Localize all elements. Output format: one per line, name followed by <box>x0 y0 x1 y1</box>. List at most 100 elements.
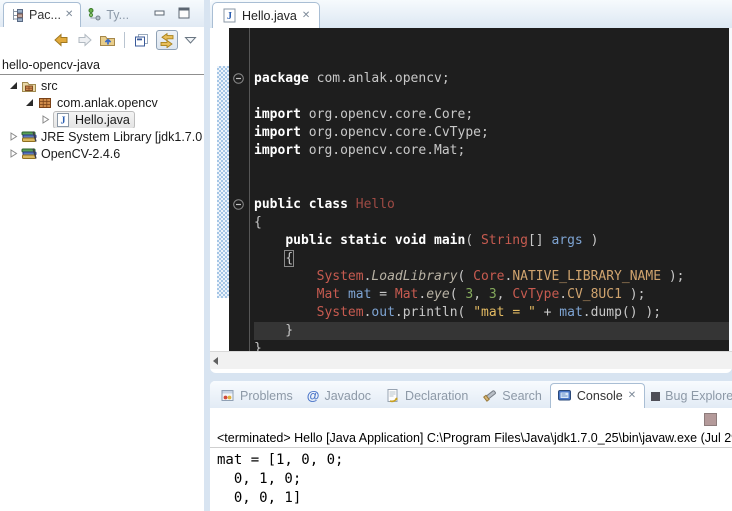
svg-text:J: J <box>61 115 66 126</box>
tab-declaration[interactable]: Declaration <box>379 384 476 408</box>
editor-tab-bar: J Hello.java ✕ <box>210 0 732 28</box>
tab-label: Console <box>577 389 623 403</box>
selected-item-highlight[interactable]: J Hello.java <box>53 111 135 128</box>
console-icon <box>557 388 572 403</box>
collapse-all-button[interactable] <box>133 32 150 48</box>
tree-item-project[interactable]: hello-opencv-java <box>0 56 204 73</box>
tree-item-label: src <box>41 79 58 93</box>
tab-label: Bug Explorer <box>665 389 732 403</box>
tab-label: Javadoc <box>324 389 371 403</box>
project-tree: hello-opencv-java src com.anlak.opencv J… <box>0 53 204 162</box>
fold-collapse-icon[interactable] <box>233 199 244 210</box>
tab-label: Search <box>502 389 542 403</box>
declaration-icon <box>385 388 400 403</box>
tab-problems[interactable]: Problems <box>214 384 301 408</box>
tree-item-hello-java[interactable]: J Hello.java <box>0 111 204 128</box>
code-line[interactable] <box>254 160 732 178</box>
toolbar-separator <box>124 32 125 48</box>
editor-tab-label: Hello.java <box>242 9 297 23</box>
tree-item-opencv-library[interactable]: OpenCV-2.4.6 <box>0 145 204 162</box>
up-button[interactable] <box>99 32 116 48</box>
java-file-icon: J <box>222 8 237 23</box>
console-output-line: 0, 1, 0; <box>217 470 732 489</box>
editor-tab-hello-java[interactable]: J Hello.java ✕ <box>212 2 320 28</box>
code-line[interactable]: import org.opencv.core.CvType; <box>254 124 732 142</box>
bottom-tab-bar: Problems @ Javadoc Declaration Search Co… <box>210 381 732 408</box>
expanded-arrow-icon[interactable] <box>24 97 35 108</box>
code-line[interactable]: import org.opencv.core.Mat; <box>254 142 732 160</box>
code-line[interactable]: { <box>254 250 732 268</box>
view-tab-package-explorer[interactable]: Pac... ✕ <box>3 2 81 27</box>
code-line[interactable]: package com.anlak.opencv; <box>254 70 732 88</box>
view-tab-label: Ty... <box>106 8 129 22</box>
console-toolbar <box>210 408 732 429</box>
view-tab-label: Pac... <box>29 8 61 22</box>
search-icon <box>482 388 497 403</box>
close-icon[interactable]: ✕ <box>302 11 310 21</box>
link-with-editor-button[interactable] <box>156 30 178 50</box>
fold-collapse-icon[interactable] <box>233 73 244 84</box>
terminate-button[interactable] <box>704 413 717 426</box>
forward-button[interactable] <box>76 32 93 48</box>
tree-item-src[interactable]: src <box>0 77 204 94</box>
code-line[interactable]: public class Hello <box>254 196 732 214</box>
console-output[interactable]: mat = [1, 0, 0; 0, 1, 0; 0, 0, 1] <box>210 448 732 508</box>
editor-left-margin <box>210 28 217 351</box>
collapsed-arrow-icon[interactable] <box>8 131 19 142</box>
minimize-view-button[interactable] <box>154 7 166 19</box>
type-hierarchy-icon <box>87 7 102 22</box>
code-line[interactable]: } <box>254 322 732 340</box>
scroll-left-icon[interactable] <box>213 357 218 365</box>
problems-icon <box>220 388 235 403</box>
code-area[interactable]: package com.anlak.opencv; import org.open… <box>250 28 732 351</box>
close-icon[interactable]: ✕ <box>65 10 73 20</box>
tab-search[interactable]: Search <box>476 384 550 408</box>
console-title: <terminated> Hello [Java Application] C:… <box>210 429 732 448</box>
package-explorer-view: Pac... ✕ Ty... <box>0 0 204 511</box>
expanded-arrow-icon[interactable] <box>8 80 19 91</box>
code-line[interactable] <box>254 178 732 196</box>
code-line[interactable]: System.out.println( "mat = " + mat.dump(… <box>254 304 732 322</box>
code-lines: package com.anlak.opencv; import org.open… <box>254 70 732 351</box>
code-line[interactable]: Mat mat = Mat.eye( 3, 3, CvType.CV_8UC1 … <box>254 286 732 304</box>
code-line[interactable]: import org.opencv.core.Core; <box>254 106 732 124</box>
java-file-icon: J <box>55 112 71 128</box>
tab-label: Problems <box>240 389 293 403</box>
editor-gutter[interactable] <box>229 28 250 351</box>
code-line[interactable]: public static void main( String[] args ) <box>254 232 732 250</box>
console-view: Problems @ Javadoc Declaration Search Co… <box>210 381 732 511</box>
close-icon[interactable]: ✕ <box>628 391 636 401</box>
view-menu-button[interactable] <box>184 34 197 46</box>
range-indicator <box>217 66 229 298</box>
package-icon <box>37 95 53 111</box>
view-tab-bar: Pac... ✕ Ty... <box>0 0 204 27</box>
tab-label: Declaration <box>405 389 468 403</box>
bug-explorer-icon <box>651 392 660 401</box>
console-output-line: mat = [1, 0, 0; <box>217 451 732 470</box>
collapsed-arrow-icon[interactable] <box>8 148 19 159</box>
code-line[interactable] <box>254 88 732 106</box>
tree-item-label: hello-opencv-java <box>2 58 100 72</box>
tab-javadoc[interactable]: @ Javadoc <box>301 384 379 408</box>
package-explorer-icon <box>10 7 25 22</box>
tab-console[interactable]: Console ✕ <box>550 383 645 408</box>
tree-item-jre-library[interactable]: JRE System Library [jdk1.7.0 <box>0 128 204 145</box>
code-line[interactable]: System.LoadLibrary( Core.NATIVE_LIBRARY_… <box>254 268 732 286</box>
code-line[interactable]: } <box>254 340 732 351</box>
tree-item-label: OpenCV-2.4.6 <box>41 147 120 161</box>
javadoc-icon: @ <box>307 388 320 403</box>
back-button[interactable] <box>53 32 70 48</box>
editor-body: package com.anlak.opencv; import org.open… <box>210 28 732 351</box>
tab-bug-explorer[interactable]: Bug Explorer <box>645 385 732 408</box>
tree-item-label: Hello.java <box>75 113 130 127</box>
editor-horizontal-scrollbar[interactable] <box>210 351 732 369</box>
tree-item-package[interactable]: com.anlak.opencv <box>0 94 204 111</box>
tree-item-label: JRE System Library [jdk1.7.0 <box>41 130 202 144</box>
view-tab-type-hierarchy[interactable]: Ty... <box>81 3 136 27</box>
annotation-ruler[interactable] <box>217 28 229 351</box>
editor-pane: J Hello.java ✕ package com.anlak.opencv;… <box>210 0 732 373</box>
package-explorer-toolbar <box>0 27 204 53</box>
collapsed-arrow-icon[interactable] <box>40 114 51 125</box>
maximize-view-button[interactable] <box>178 7 190 19</box>
code-line[interactable]: { <box>254 214 732 232</box>
